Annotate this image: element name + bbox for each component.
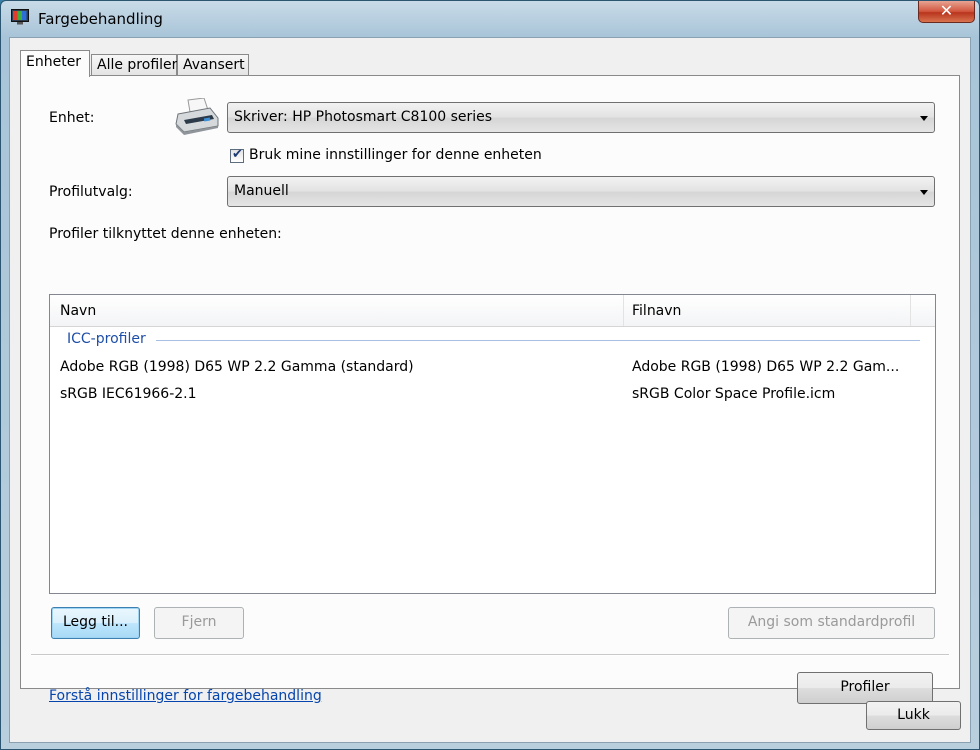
column-divider[interactable] (623, 295, 624, 326)
tab-alle-profiler[interactable]: Alle profiler (91, 54, 177, 76)
profiles-list[interactable]: Navn Filnavn ICC-profiler Adobe RGB (199… (49, 294, 936, 594)
close-icon: ✕ (939, 1, 954, 20)
chevron-down-icon (920, 116, 928, 121)
list-header: Navn Filnavn (50, 295, 935, 327)
set-default-profile-button[interactable]: Angi som standardprofil (728, 607, 935, 639)
use-my-settings-label: Bruk mine innstillinger for denne enhete… (249, 147, 542, 163)
column-header-filename[interactable]: Filnavn (632, 303, 681, 319)
profile-filename: sRGB Color Space Profile.icm (632, 386, 836, 402)
column-header-name[interactable]: Navn (60, 303, 96, 319)
tab-label: Alle profiler (97, 57, 178, 73)
chevron-down-icon (920, 190, 928, 195)
profiles-button[interactable]: Profiler (797, 672, 933, 704)
profiles-section-label: Profiler tilknyttet denne enheten: (49, 226, 282, 242)
profile-selection-value: Manuell (234, 183, 289, 199)
device-label: Enhet: (49, 110, 95, 126)
column-divider[interactable] (910, 295, 911, 326)
close-window-button[interactable]: ✕ (918, 1, 975, 23)
dialog-client-area: Enheter Alle profiler Avansert Enhet: Sk… (9, 37, 971, 743)
group-header-icc[interactable]: ICC-profiler (67, 331, 146, 347)
divider (31, 654, 949, 656)
help-link[interactable]: Forstå innstillinger for fargebehandling (49, 688, 322, 704)
profile-selection-dropdown[interactable]: Manuell (227, 176, 935, 207)
tab-label: Avansert (183, 57, 245, 73)
color-management-icon (11, 9, 29, 25)
profile-selection-label: Profilutvalg: (49, 184, 133, 200)
printer-icon (174, 97, 220, 136)
remove-profile-button[interactable]: Fjern (154, 607, 244, 639)
group-divider (156, 340, 920, 341)
window-title: Fargebehandling (38, 10, 163, 28)
close-button[interactable]: Lukk (866, 701, 961, 730)
dialog-window: Fargebehandling ✕ Enheter Alle profiler … (0, 0, 980, 750)
device-dropdown[interactable]: Skriver: HP Photosmart C8100 series (227, 102, 935, 133)
tab-enheter[interactable]: Enheter (20, 50, 90, 77)
add-profile-button[interactable]: Legg til... (51, 607, 140, 639)
table-row[interactable]: Adobe RGB (1998) D65 WP 2.2 Gamma (stand… (50, 355, 935, 381)
tab-panel-enheter: Enhet: Skriver: HP Photosmart C8100 seri… (20, 75, 960, 704)
tab-avansert[interactable]: Avansert (177, 54, 249, 76)
title-bar[interactable]: Fargebehandling ✕ (1, 1, 979, 37)
table-row[interactable]: sRGB IEC61966-2.1 sRGB Color Space Profi… (50, 382, 935, 408)
profile-filename: Adobe RGB (1998) D65 WP 2.2 Gam... (632, 359, 900, 375)
profile-name: sRGB IEC61966-2.1 (60, 386, 197, 402)
checkmark-icon: ✔ (232, 147, 243, 162)
profile-name: Adobe RGB (1998) D65 WP 2.2 Gamma (stand… (60, 359, 414, 375)
device-dropdown-value: Skriver: HP Photosmart C8100 series (234, 109, 493, 125)
tab-label: Enheter (26, 54, 82, 70)
use-my-settings-checkbox[interactable]: ✔ (230, 147, 244, 163)
